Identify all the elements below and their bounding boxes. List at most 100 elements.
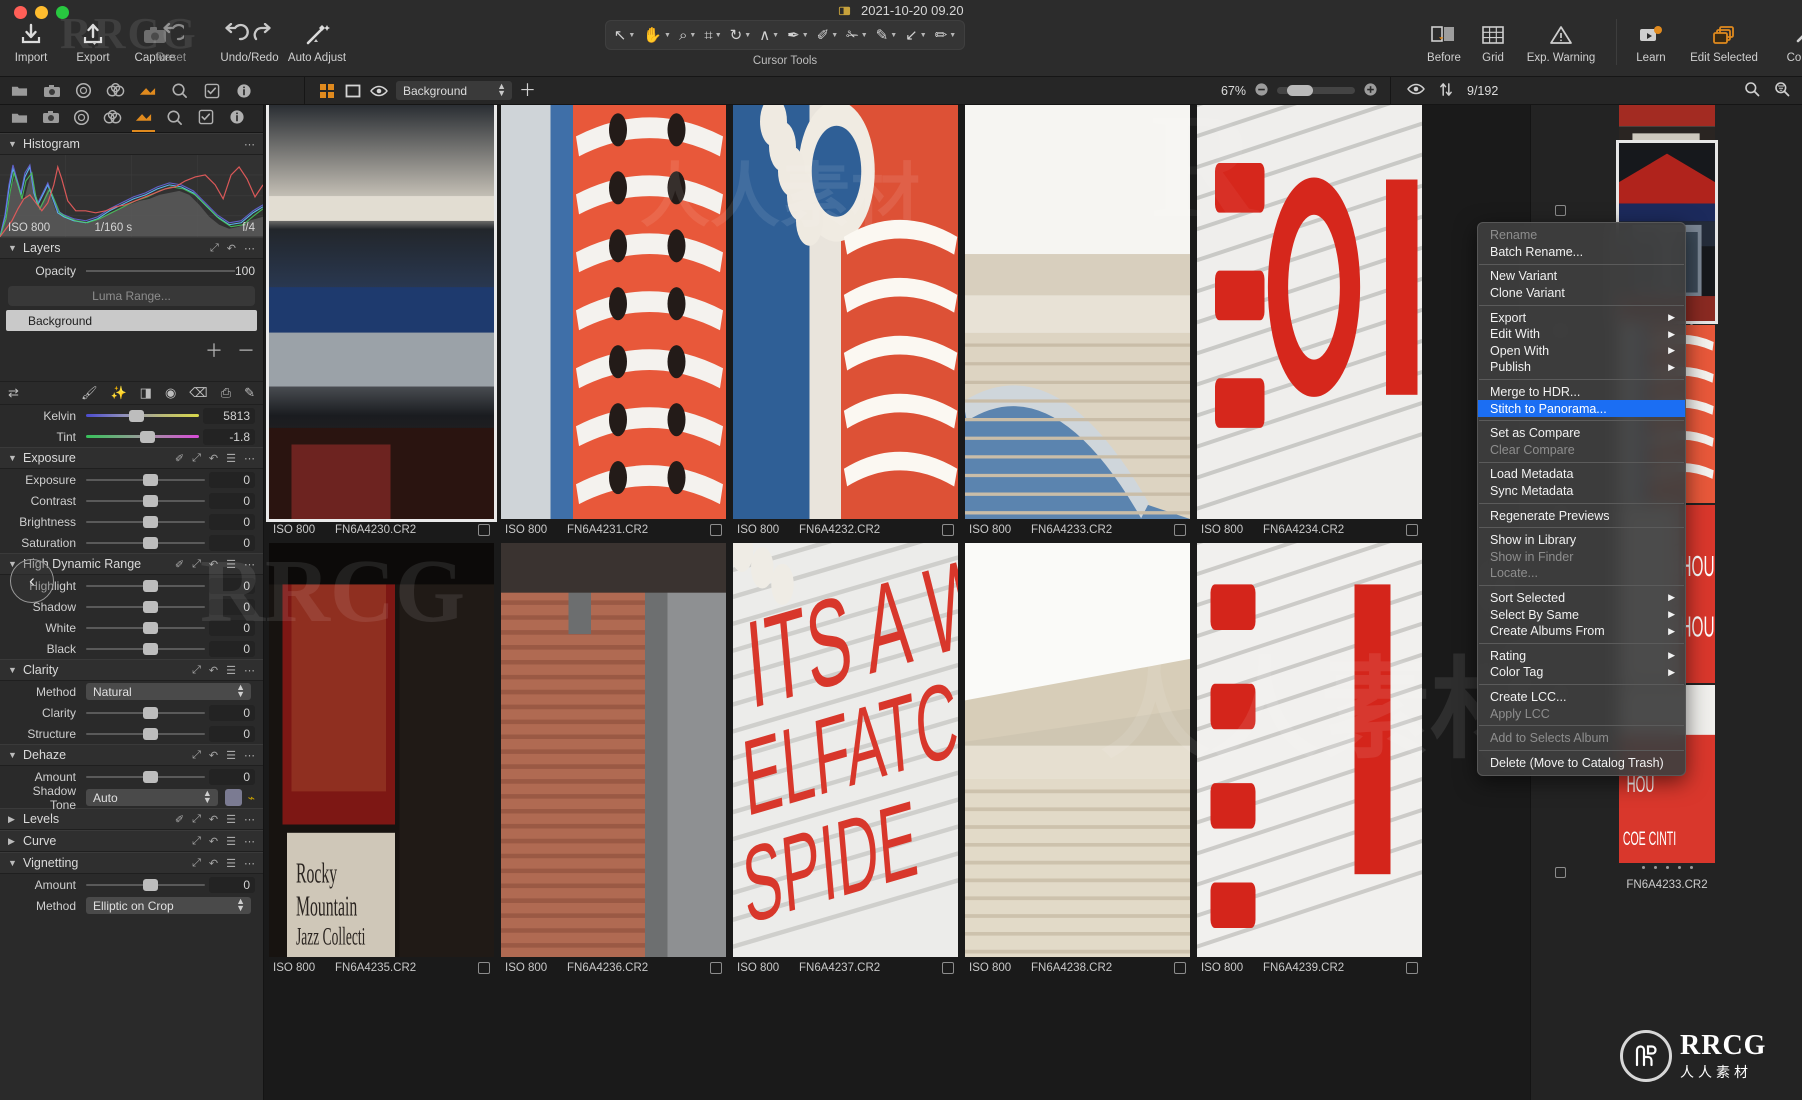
wb-slider-knob[interactable]	[140, 430, 156, 443]
slider-value[interactable]: 0	[209, 640, 255, 657]
wb-value[interactable]: -1.8	[203, 428, 255, 445]
reset-arrow-icon[interactable]: ↶	[209, 835, 218, 848]
slider-track[interactable]	[86, 769, 205, 785]
menu-item-set-as-compare[interactable]: Set as Compare	[1478, 425, 1685, 442]
more-options-icon[interactable]: ⋯	[244, 242, 255, 255]
chevron-updown-icon[interactable]: ▲ ▼	[203, 789, 212, 805]
wb-left-tools[interactable]: ⇄	[8, 385, 19, 401]
reset-arrow-icon[interactable]: ↶	[209, 664, 218, 677]
thumbnail-checkbox[interactable]	[710, 524, 722, 536]
gradient-icon[interactable]: ◨	[140, 385, 152, 401]
slider-track[interactable]	[86, 578, 205, 594]
chevron-down-icon[interactable]: ▼	[802, 32, 809, 39]
thumbnail-image[interactable]	[1197, 543, 1422, 957]
more-options-icon[interactable]: ⋯	[244, 664, 255, 677]
camera-icon[interactable]	[42, 81, 61, 100]
heal-tool[interactable]: ✐ ▼	[813, 21, 843, 49]
magic-wand-icon[interactable]: ✨	[110, 385, 126, 401]
layer-row-background[interactable]: Background	[6, 310, 257, 331]
slider-value[interactable]: 0	[209, 619, 255, 636]
chevron-updown-icon[interactable]: ▲ ▼	[236, 897, 245, 913]
preset-menu-icon[interactable]: ☰	[226, 857, 236, 870]
context-menu[interactable]: Rename Batch Rename... New Variant Clone Va…	[1477, 222, 1686, 777]
tool-tab-exposure[interactable]	[128, 105, 159, 132]
combo-select[interactable]: Auto ▲ ▼	[86, 789, 218, 806]
grid-thumbnail-cell[interactable]: ISO 800 FN6A4239.CR2	[1197, 543, 1422, 979]
panel-header-dehaze[interactable]: ▼ Dehaze ⤢ ↶ ☰ ⋯	[0, 744, 263, 766]
gradient-mask-tool[interactable]: ↙ ▼	[901, 21, 931, 49]
slider-value[interactable]: 0	[209, 471, 255, 488]
zoom-out-icon[interactable]	[1254, 82, 1269, 100]
reset-arrow-icon[interactable]: ↶	[227, 242, 236, 255]
thumbnail-image[interactable]: ITS A WO ELFATCH SPIDE	[733, 543, 958, 957]
exposure-warning-button[interactable]: Exp. Warning	[1516, 18, 1606, 66]
filter-search-icon[interactable]	[1774, 81, 1802, 100]
slider-value[interactable]: 0	[209, 513, 255, 530]
wb-slider[interactable]	[86, 408, 199, 424]
grid-thumbnail-cell[interactable]: ISO 800 FN6A4233.CR2	[965, 105, 1190, 541]
info-icon[interactable]	[234, 81, 253, 100]
expand-icon[interactable]: ⤢	[192, 452, 201, 465]
erase-tool[interactable]: ✁ ▼	[842, 21, 872, 49]
preset-menu-icon[interactable]: ☰	[226, 749, 236, 762]
slider-track[interactable]	[86, 877, 205, 893]
thumbnail-checkbox[interactable]	[1174, 524, 1186, 536]
search-icon[interactable]	[1744, 81, 1760, 100]
view-mode-group[interactable]	[317, 82, 389, 100]
chevron-down-icon[interactable]: ▼	[920, 32, 927, 39]
chevron-down-icon[interactable]: ▼	[772, 32, 779, 39]
slider-knob[interactable]	[143, 515, 159, 528]
picker-icon[interactable]: ✐	[175, 813, 184, 826]
grid-thumbnail-cell[interactable]: ISO 800 FN6A4238.CR2	[965, 543, 1190, 979]
chevron-down-icon[interactable]: ▼	[715, 32, 722, 39]
panel-header-curve[interactable]: ▶ Curve ⤢ ↶ ☰ ⋯	[0, 830, 263, 852]
single-view-icon[interactable]	[343, 82, 363, 100]
grid-thumbnail-cell[interactable]: ISO 800 FN6A4230.CR2	[266, 105, 497, 541]
panel-header-exposure[interactable]: ▼ Exposure ✐ ⤢ ↶ ☰ ⋯	[0, 447, 263, 469]
grid-thumbnail-cell[interactable]: ITS A WO ELFATCH SPIDE ISO 800 FN6A4237.CR2	[733, 543, 958, 979]
more-options-icon[interactable]: ⋯	[244, 138, 255, 151]
zoom-in-icon[interactable]	[1363, 82, 1378, 100]
panel-actions[interactable]: ⋯	[244, 138, 255, 151]
chevron-right-icon[interactable]: ▶	[8, 836, 17, 847]
slider-knob[interactable]	[143, 706, 159, 719]
thumbnail-checkbox[interactable]	[942, 524, 954, 536]
slider-knob[interactable]	[143, 642, 159, 655]
import-button[interactable]: Import	[0, 18, 62, 66]
chevron-down-icon[interactable]: ▼	[689, 32, 696, 39]
slider-track[interactable]	[86, 620, 205, 636]
preset-menu-icon[interactable]: ☰	[226, 452, 236, 465]
more-options-icon[interactable]: ⋯	[244, 452, 255, 465]
panel-header-histogram[interactable]: ▼ Histogram ⋯	[0, 133, 263, 155]
expand-icon[interactable]: ⤢	[210, 242, 219, 255]
menu-item-export[interactable]: Export ▶	[1478, 309, 1685, 326]
slider-knob[interactable]	[143, 727, 159, 740]
grid-thumbnail-cell[interactable]: ISO 800 FN6A4234.CR2	[1197, 105, 1422, 541]
zoom-slider-knob[interactable]	[1287, 85, 1313, 96]
slider-track[interactable]	[86, 599, 205, 615]
slider-track[interactable]	[86, 726, 205, 742]
wb-value[interactable]: 5813	[203, 407, 255, 424]
slider-track[interactable]	[86, 493, 205, 509]
slider-track[interactable]	[86, 641, 205, 657]
preset-menu-icon[interactable]: ☰	[226, 813, 236, 826]
thumbnail-checkbox[interactable]	[1406, 962, 1418, 974]
thumbnail-checkbox[interactable]	[1406, 524, 1418, 536]
slider-value[interactable]: 0	[209, 725, 255, 742]
color-icon[interactable]	[106, 81, 125, 100]
menu-item-delete-move-to-catalog-trash[interactable]: Delete (Move to Catalog Trash)	[1478, 754, 1685, 771]
thumbnail-image[interactable]	[733, 105, 958, 519]
slider-value[interactable]: 0	[209, 577, 255, 594]
slider-value[interactable]: 0	[209, 492, 255, 509]
lens-icon[interactable]	[74, 81, 93, 100]
rotate-tool[interactable]: ↻ ▼	[726, 21, 756, 49]
opacity-slider[interactable]	[86, 263, 235, 279]
thumbnail-checkbox[interactable]	[478, 962, 490, 974]
thumbnail-image[interactable]	[266, 105, 497, 522]
tool-tab-library[interactable]	[4, 105, 35, 132]
reset-arrow-icon[interactable]: ↶	[209, 857, 218, 870]
menu-item-show-in-library[interactable]: Show in Library	[1478, 532, 1685, 549]
picker-icon[interactable]: ✐	[175, 452, 184, 465]
chevron-down-icon[interactable]: ▼	[8, 858, 17, 868]
menu-item-color-tag[interactable]: Color Tag ▶	[1478, 664, 1685, 681]
